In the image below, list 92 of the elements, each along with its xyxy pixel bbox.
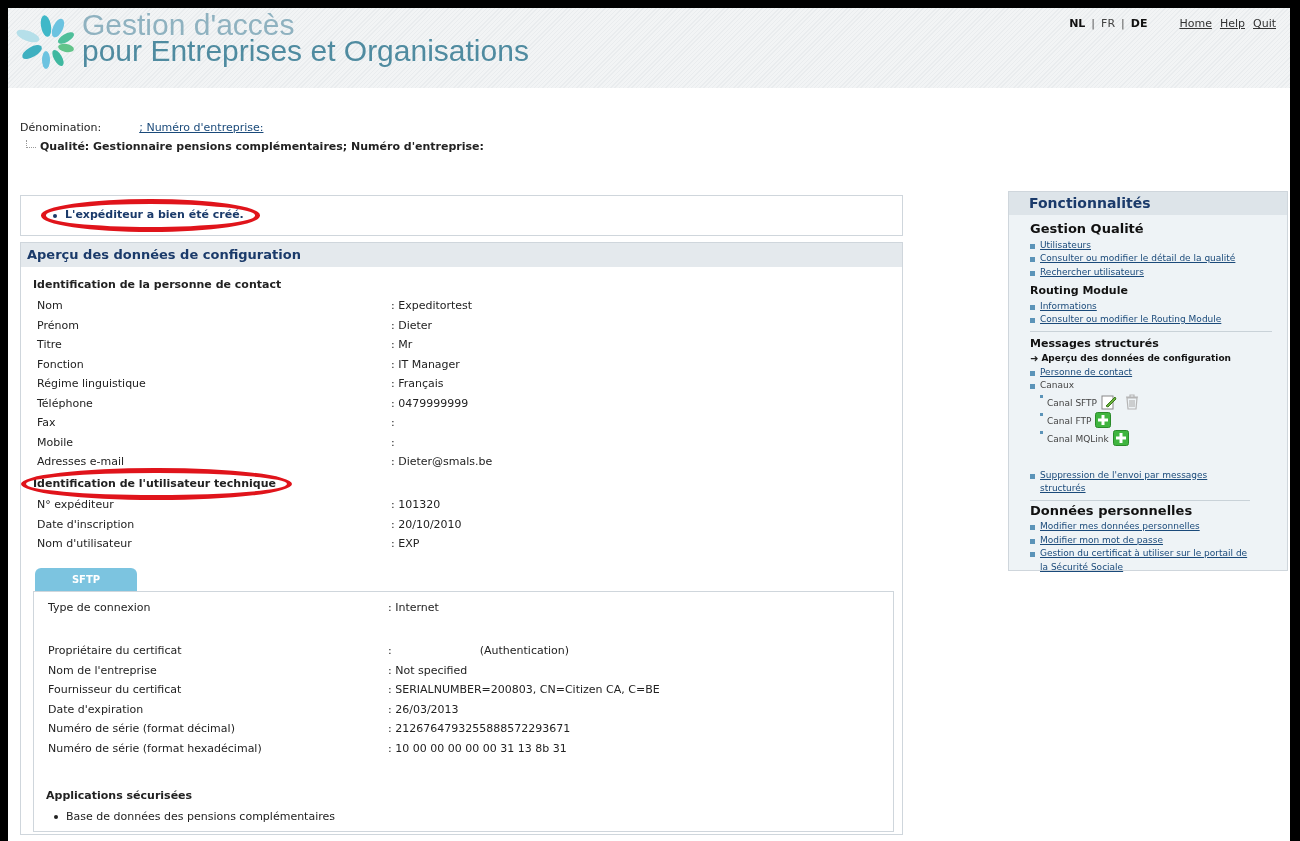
field-value: : Mr bbox=[391, 337, 413, 353]
field-label: Date d'expiration bbox=[48, 701, 145, 718]
field-value: : bbox=[391, 415, 395, 431]
field-label: Numéro de série (format hexadécimal) bbox=[48, 740, 263, 757]
success-message: L'expéditeur a bien été créé. bbox=[65, 207, 244, 224]
sidebar-link[interactable]: Consulter ou modifier le Routing Module bbox=[1040, 313, 1222, 327]
nav-link[interactable]: Help bbox=[1219, 16, 1245, 88]
field-value: : 0479999999 bbox=[391, 395, 469, 412]
sidebar-link[interactable]: Aperçu des données de configuration bbox=[1041, 352, 1231, 366]
field-value: : 2126764793255888572293671 bbox=[388, 721, 571, 737]
sidebar-link[interactable]: Personne de contact bbox=[1040, 365, 1133, 379]
field-value: : SERIALNUMBER=200803, CN=Citizen CA, C=BE bbox=[388, 682, 660, 698]
channel-label: Canal FTP bbox=[1047, 414, 1092, 428]
section-heading: Identification de la personne de contact bbox=[33, 277, 282, 291]
field-value: : bbox=[391, 434, 395, 451]
quality-text: Qualité: Gestionnaire pensions complémentaires; Numéro d'entreprise: bbox=[40, 138, 484, 155]
sidebar-link[interactable]: Modifier mon mot de passe bbox=[1040, 533, 1163, 547]
field-value: : Not specified bbox=[388, 662, 468, 679]
square-bullet-icon bbox=[1030, 525, 1035, 530]
company-label: Dénomination: bbox=[20, 120, 102, 136]
field-value: : 10 00 00 00 00 00 31 13 8b 31 bbox=[388, 740, 567, 757]
field-label: Type de connexion bbox=[48, 599, 152, 616]
field-value: : 26/03/2013 bbox=[388, 701, 459, 718]
separator: | bbox=[1091, 16, 1096, 32]
language-link[interactable]: DE bbox=[1130, 16, 1148, 88]
sidebar-heading: Données personnelles bbox=[1030, 501, 1193, 520]
field-label: Nom bbox=[37, 298, 64, 314]
field-value: : Internet bbox=[388, 599, 439, 616]
field-label: Propriétaire du certificat bbox=[48, 643, 183, 659]
sidebar-title: Fonctionnalités bbox=[1009, 192, 1287, 215]
field-label: Fournisseur du certificat bbox=[48, 682, 183, 698]
sidebar-text: Canaux bbox=[1040, 379, 1075, 392]
field-label: Nom de l'entreprise bbox=[48, 662, 158, 679]
edit-icon[interactable] bbox=[1101, 393, 1118, 410]
field-value: (Authentication) bbox=[479, 643, 570, 659]
field-label: Prénom bbox=[37, 317, 80, 334]
channel-label: Canal SFTP bbox=[1047, 396, 1098, 410]
site-title: Gestion d'accès bbox=[82, 12, 295, 38]
sidebar-heading: Messages structurés bbox=[1030, 335, 1159, 352]
add-icon[interactable] bbox=[1095, 411, 1112, 428]
field-label: Numéro de série (format décimal) bbox=[48, 721, 236, 737]
nav-link[interactable]: Home bbox=[1179, 16, 1212, 88]
arrow-icon: ➜ bbox=[1030, 353, 1039, 364]
sidebar-heading: Gestion Qualité bbox=[1030, 220, 1144, 238]
field-label: Date d'inscription bbox=[37, 516, 136, 533]
field-value: : Français bbox=[391, 376, 444, 392]
field-value: : Dieter bbox=[391, 317, 433, 334]
square-bullet-icon bbox=[1030, 473, 1035, 479]
sidebar-link[interactable]: Gestion du certificat à utiliser sur le portail de la Sécurité Sociale bbox=[1040, 547, 1250, 574]
square-bullet-icon bbox=[1030, 538, 1035, 544]
square-bullet-icon bbox=[1030, 384, 1035, 389]
field-value: : EXP bbox=[391, 536, 420, 552]
field-label: Adresses e-mail bbox=[37, 454, 126, 470]
panel-title: Aperçu des données de configuration bbox=[21, 243, 902, 267]
field-label: Nom d'utilisateur bbox=[37, 536, 133, 552]
section-heading: Identification de l'utilisateur technique bbox=[33, 476, 276, 490]
sidebar-link[interactable]: Modifier mes données personnelles bbox=[1040, 520, 1200, 534]
square-bullet-icon bbox=[1030, 318, 1035, 323]
sidebar-link[interactable]: Utilisateurs bbox=[1040, 238, 1091, 252]
sidebar-heading: Routing Module bbox=[1030, 283, 1128, 299]
square-bullet-icon bbox=[1030, 370, 1035, 376]
separator: | bbox=[1121, 16, 1125, 32]
square-bullet-icon bbox=[1030, 257, 1035, 262]
sidebar-link[interactable]: Informations bbox=[1040, 299, 1097, 313]
company-link[interactable]: ; Numéro d'entreprise: bbox=[139, 120, 264, 137]
field-label: N° expéditeur bbox=[37, 497, 115, 513]
field-value: : 101320 bbox=[391, 497, 441, 513]
square-bullet-icon bbox=[1030, 243, 1035, 249]
language-link[interactable]: NL bbox=[1069, 16, 1086, 88]
language-link[interactable]: FR bbox=[1101, 16, 1116, 88]
channel-label: Canal MQLink bbox=[1047, 432, 1109, 446]
application-item: Base de données des pensions complémentaires bbox=[66, 808, 335, 825]
field-label: Fax bbox=[37, 415, 57, 431]
sidebar-link[interactable]: Suppression de l'envoi par messages structurés bbox=[1040, 468, 1220, 496]
nav-link[interactable]: Quit bbox=[1253, 16, 1276, 88]
square-bullet-icon bbox=[1030, 304, 1035, 310]
field-label: Mobile bbox=[37, 434, 75, 451]
field-label: Titre bbox=[37, 337, 63, 353]
field-label: Régime linguistique bbox=[37, 376, 147, 392]
field-value: : 20/10/2010 bbox=[391, 516, 462, 533]
field-label: Fonction bbox=[37, 356, 85, 373]
section-heading: Applications sécurisées bbox=[46, 788, 193, 804]
field-value: : Dieter@smals.be bbox=[391, 454, 493, 470]
sidebar-link[interactable]: Rechercher utilisateurs bbox=[1040, 265, 1144, 279]
sidebar-link[interactable]: Consulter ou modifier le détail de la qualité bbox=[1040, 252, 1236, 266]
square-bullet-icon bbox=[1030, 270, 1035, 276]
square-bullet-icon bbox=[1030, 552, 1035, 557]
field-label: Téléphone bbox=[37, 395, 94, 412]
field-value: : bbox=[388, 643, 392, 659]
field-value: : Expeditortest bbox=[391, 298, 473, 314]
field-value: : IT Manager bbox=[391, 356, 460, 373]
add-icon[interactable] bbox=[1112, 429, 1129, 446]
